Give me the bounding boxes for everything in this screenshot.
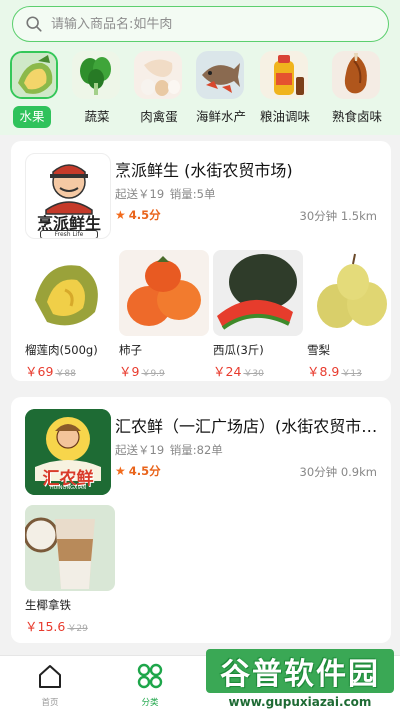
current-price: ￥24 <box>213 364 242 379</box>
product-card[interactable]: 生椰拿铁 ￥15.6 ￥29 <box>25 505 115 635</box>
store-card[interactable]: 烹派鲜生 Fresh Life 烹派鲜生 (水街农贸市场) 起送￥19 销量:5… <box>11 141 391 381</box>
tab-category[interactable]: 分类 <box>120 662 180 708</box>
product-name: 榴莲肉(500g) <box>25 343 98 357</box>
delivery-distance: 30分钟 1.5km <box>299 209 377 223</box>
store-logo-subtext: HUINONGXIAN <box>49 485 87 491</box>
product-image-watermelon <box>213 250 303 336</box>
category-seafood[interactable]: 海鲜水产 <box>190 48 252 130</box>
product-image-persimmon <box>119 250 209 336</box>
rating-value: 4.5分 <box>128 464 161 478</box>
category-bar: 水果 蔬菜 肉禽蛋 海鲜水产 粮油调味 熟食卤味 <box>0 48 400 132</box>
category-fruit[interactable]: 水果 <box>2 48 64 130</box>
store-meta: 起送￥19 销量:82单 <box>115 442 223 458</box>
store-logo: 烹派鲜生 Fresh Life <box>25 153 111 239</box>
product-card[interactable]: 柿子 ￥9 ￥9.9 <box>119 250 209 380</box>
current-price: ￥8.9 <box>307 364 340 379</box>
product-name: 生椰拿铁 <box>25 598 71 612</box>
category-meat-eggs[interactable]: 肉禽蛋 <box>128 48 190 130</box>
deli-image <box>332 51 380 99</box>
product-price: ￥69 ￥88 <box>25 361 115 380</box>
product-card[interactable]: 西瓜(3斤) ￥24 ￥30 <box>213 250 303 380</box>
min-order: 起送￥19 <box>115 443 165 457</box>
category-label: 水果 <box>13 106 51 128</box>
product-name: 西瓜(3斤) <box>213 343 264 357</box>
search-input[interactable] <box>51 16 371 32</box>
sales-count: 销量:5单 <box>169 187 216 201</box>
product-name: 雪梨 <box>307 343 330 357</box>
fruit-image <box>10 51 58 99</box>
watermark-url: www.gupuxiazai.com <box>206 695 394 709</box>
watermark-title: 谷普软件园 <box>206 649 394 693</box>
home-icon <box>39 665 61 688</box>
product-price: ￥8.9 ￥13 <box>307 361 391 380</box>
current-price: ￥9 <box>119 364 140 379</box>
category-label: 熟食卤味 <box>331 109 382 124</box>
product-card[interactable]: 榴莲肉(500g) ￥69 ￥88 <box>25 250 115 380</box>
original-price: ￥13 <box>341 369 362 379</box>
category-label: 粮油调味 <box>259 109 310 124</box>
current-price: ￥69 <box>25 364 54 379</box>
min-order: 起送￥19 <box>115 187 165 201</box>
product-name: 柿子 <box>119 343 142 357</box>
category-label: 肉禽蛋 <box>140 109 178 124</box>
meat-eggs-image <box>134 51 182 99</box>
product-image-coconut-latte <box>25 505 115 591</box>
top-header: 水果 蔬菜 肉禽蛋 海鲜水产 粮油调味 <box>0 0 400 135</box>
tab-label: 分类 <box>141 698 159 708</box>
tab-home[interactable]: 首页 <box>20 662 80 708</box>
search-icon <box>26 16 42 32</box>
star-icon: ★ <box>115 464 126 478</box>
category-grid-icon <box>137 663 163 689</box>
seafood-image <box>196 51 244 99</box>
store-rating: ★ 4.5分 <box>115 207 161 223</box>
category-vegetable[interactable]: 蔬菜 <box>66 48 128 130</box>
product-image-durian <box>25 250 115 336</box>
store-logo: 汇农鲜 HUINONGXIAN <box>25 409 111 495</box>
sales-count: 销量:82单 <box>169 443 223 457</box>
product-price: ￥24 ￥30 <box>213 361 303 380</box>
product-image-pear <box>307 250 391 336</box>
store-name: 烹派鲜生 (水街农贸市场) <box>115 161 293 180</box>
category-deli[interactable]: 熟食卤味 <box>326 48 388 130</box>
store-card[interactable]: 汇农鲜 HUINONGXIAN 汇农鲜（一汇广场店）(水街农贸市场) 起送￥19… <box>11 397 391 643</box>
current-price: ￥15.6 <box>25 619 66 634</box>
tab-label: 首页 <box>41 698 59 708</box>
original-price: ￥9.9 <box>141 369 165 379</box>
product-row: 榴莲肉(500g) ￥69 ￥88 柿子 ￥9 ￥9.9 西瓜(3斤) ￥24 ￥30… <box>25 250 391 380</box>
original-price: ￥29 <box>67 624 88 634</box>
store-meta: 起送￥19 销量:5单 <box>115 186 216 202</box>
delivery-distance: 30分钟 0.9km <box>299 465 377 479</box>
store-name: 汇农鲜（一汇广场店）(水街农贸市场) <box>115 417 380 436</box>
watermark: 谷普软件园 www.gupuxiazai.com <box>206 649 394 709</box>
star-icon: ★ <box>115 208 126 222</box>
category-label: 海鲜水产 <box>195 109 246 124</box>
oil-seasoning-image <box>260 51 308 99</box>
product-price: ￥9 ￥9.9 <box>119 361 209 380</box>
category-label: 蔬菜 <box>84 109 110 124</box>
product-price: ￥15.6 ￥29 <box>25 616 115 635</box>
product-card[interactable]: 雪梨 ￥8.9 ￥13 <box>307 250 391 380</box>
original-price: ￥88 <box>55 369 76 379</box>
category-oil-seasoning[interactable]: 粮油调味 <box>254 48 316 130</box>
vegetable-image <box>72 51 120 99</box>
store-rating: ★ 4.5分 <box>115 463 161 479</box>
store-logo-subtext: Fresh Life <box>40 230 98 238</box>
product-row: 生椰拿铁 ￥15.6 ￥29 <box>25 505 391 639</box>
search-bar[interactable] <box>12 6 389 42</box>
rating-value: 4.5分 <box>128 208 161 222</box>
original-price: ￥30 <box>243 369 264 379</box>
